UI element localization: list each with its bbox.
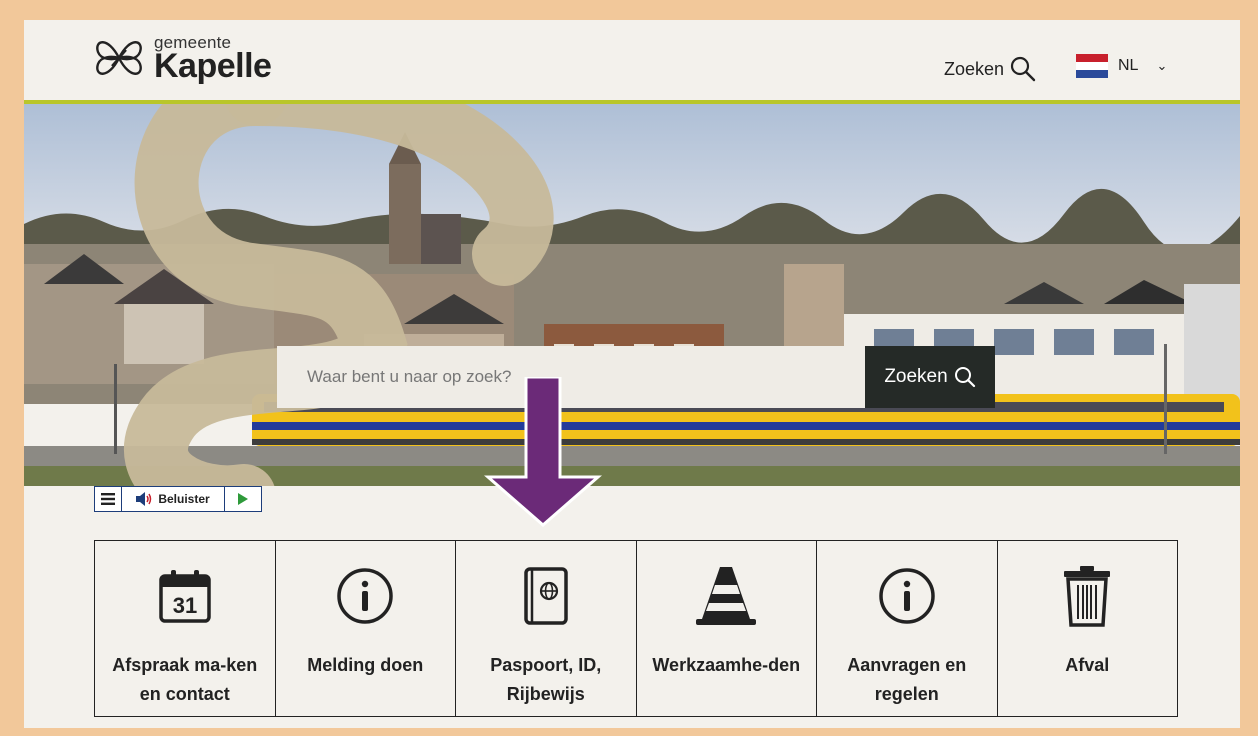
listen-label: Beluister: [158, 492, 210, 506]
dutch-flag-icon: [1076, 54, 1108, 78]
calendar-icon: 31: [159, 570, 211, 623]
tile-label: Aanvragen en regelen: [847, 655, 967, 704]
language-code: NL: [1118, 57, 1139, 74]
tile-paspoort-id-rijbewijs[interactable]: Paspoort, ID, Rijbewijs: [456, 541, 637, 716]
quick-links-grid: 31 Afspraak ma-ken en contact Melding do…: [94, 540, 1178, 717]
hero-banner: Zoeken: [24, 104, 1240, 486]
tile-aanvragen-regelen[interactable]: Aanvragen en regelen: [817, 541, 998, 716]
info-icon: [879, 568, 935, 624]
site-logo[interactable]: gemeente Kapelle: [92, 30, 272, 86]
listen-button[interactable]: Beluister: [122, 487, 225, 511]
calendar-day: 31: [173, 593, 197, 618]
passport-icon: [524, 567, 568, 625]
tile-afspraak-contact[interactable]: 31 Afspraak ma-ken en contact: [95, 541, 276, 716]
hero-search-button-label: Zoeken: [884, 366, 948, 387]
header-search-label: Zoeken: [944, 58, 1005, 79]
trash-bin-icon: [1064, 566, 1111, 627]
readspeaker-bar: Beluister: [94, 486, 262, 512]
tile-label: Melding doen: [307, 655, 424, 675]
tile-label: Afval: [1065, 655, 1110, 675]
info-icon: [337, 568, 393, 624]
hero-search-button[interactable]: Zoeken: [865, 346, 995, 408]
tile-label: Paspoort, ID, Rijbewijs: [490, 655, 602, 704]
annotation-arrow-down-icon: [484, 377, 602, 527]
tile-label: Werkzaamhe-den: [652, 655, 801, 675]
speaker-icon: [136, 492, 152, 506]
search-icon: [1010, 56, 1036, 82]
logo-name: Kapelle: [154, 46, 272, 85]
tile-melding-doen[interactable]: Melding doen: [276, 541, 456, 716]
hero-photo-train-town: [24, 104, 1240, 486]
tile-afval[interactable]: Afval: [998, 541, 1178, 716]
site-header: gemeente Kapelle Zoeken NL ⌄: [24, 20, 1240, 104]
menu-icon[interactable]: [95, 487, 122, 511]
tile-label: Afspraak ma-ken en contact: [112, 655, 258, 704]
language-selector[interactable]: NL ⌄: [1076, 54, 1167, 78]
traffic-cone-icon: [696, 567, 757, 625]
hero-search-bar: Zoeken: [277, 346, 995, 408]
clover-logo-icon: [96, 41, 142, 75]
header-search-link[interactable]: Zoeken: [944, 56, 1036, 82]
search-icon: [954, 367, 975, 388]
chevron-down-icon: ⌄: [1156, 58, 1168, 73]
page-frame: gemeente Kapelle Zoeken NL ⌄ Waar bent u…: [24, 20, 1240, 728]
play-icon[interactable]: [225, 487, 261, 511]
tile-werkzaamheden[interactable]: Werkzaamhe-den: [637, 541, 817, 716]
